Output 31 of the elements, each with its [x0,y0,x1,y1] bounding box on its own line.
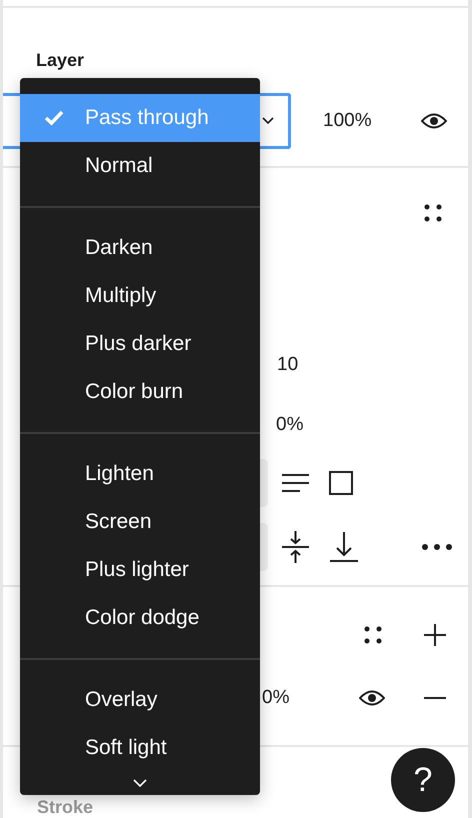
eye-icon[interactable] [421,113,447,129]
menu-item[interactable]: Overlay [20,676,260,724]
scroll-down-icon[interactable] [133,779,147,787]
eye-icon[interactable] [359,690,385,706]
align-text-icon[interactable] [281,472,310,493]
dots-grid-icon[interactable] [364,626,382,644]
compress-vertical-icon[interactable] [281,530,310,564]
field-value[interactable]: 0% [276,414,304,436]
more-icon[interactable] [421,543,453,552]
opacity-value[interactable]: 0% [262,687,290,709]
dots-grid-icon[interactable] [424,204,442,222]
menu-item[interactable]: Multiply [20,272,260,320]
menu-item[interactable]: Color burn [20,368,260,416]
field-value[interactable]: 10 [277,354,298,376]
menu-item[interactable]: Darken [20,224,260,272]
menu-item[interactable]: Plus lighter [20,546,260,594]
square-icon[interactable] [329,470,353,495]
menu-item[interactable]: Lighten [20,450,260,498]
menu-item[interactable]: Plus darker [20,320,260,368]
help-button[interactable]: ? [391,748,455,812]
section-title: Layer [35,49,86,72]
align-bottom-icon[interactable] [329,531,359,564]
opacity-value[interactable]: 100% [323,110,372,132]
check-icon [44,110,64,126]
menu-item[interactable]: Color dodge [20,594,260,642]
section-title: Stroke [37,797,94,818]
plus-icon[interactable] [424,624,446,646]
menu-item[interactable]: Screen [20,498,260,546]
menu-item[interactable]: Normal [20,142,260,190]
menu-item[interactable]: Soft light [20,724,260,772]
chevron-down-icon [262,117,274,125]
